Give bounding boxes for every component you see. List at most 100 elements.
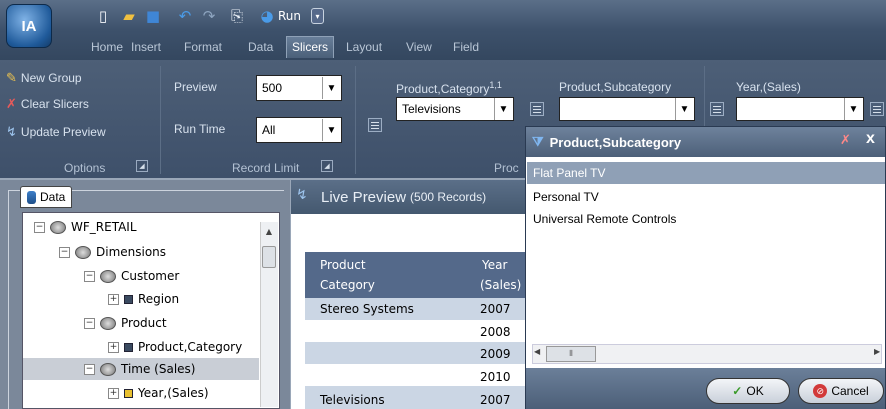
- product-subcategory-slicer-options-icon[interactable]: [530, 102, 544, 116]
- year-sales-slicer-label: Year,(Sales): [736, 80, 801, 94]
- tree-scroll-thumb[interactable]: [262, 246, 276, 268]
- update-preview-button[interactable]: ↯ Update Preview: [6, 124, 106, 140]
- year-sales-slicer-select[interactable]: ▼: [736, 97, 864, 121]
- update-preview-label: Update Preview: [20, 125, 106, 139]
- app-menu-button[interactable]: IA: [6, 4, 52, 48]
- product-subcategory-slicer-select[interactable]: ▼: [559, 97, 695, 121]
- tree-item-label: Region: [138, 292, 180, 306]
- header-product: Product: [320, 258, 366, 272]
- checkmark-icon: ✓: [732, 384, 743, 398]
- clear-slicers-icon: ✗: [6, 96, 17, 111]
- tree-item-label: Product: [121, 316, 167, 330]
- tab-field[interactable]: Field: [453, 38, 479, 56]
- tree-item-time-sales[interactable]: − Time (Sales): [84, 362, 195, 376]
- product-category-label-text: Product,Category: [396, 82, 490, 96]
- tab-format[interactable]: Format: [184, 38, 222, 56]
- preview-icon: ↯: [296, 187, 308, 203]
- run-dropdown-arrow-icon[interactable]: ▾: [311, 8, 324, 24]
- chevron-down-icon: ▼: [675, 98, 693, 120]
- data-tab[interactable]: Data: [20, 186, 72, 208]
- live-preview-header: Live Preview (500 Records): [291, 180, 531, 214]
- close-icon[interactable]: x: [866, 130, 875, 148]
- run-time-limit-select[interactable]: All ▼: [256, 117, 342, 143]
- product-category-slicer-value: Televisions: [402, 102, 461, 116]
- tree-item-dimensions[interactable]: − Dimensions: [59, 245, 166, 259]
- new-group-label: New Group: [20, 71, 82, 85]
- tree-item-label: Time (Sales): [121, 362, 196, 376]
- hierarchy-icon: [124, 342, 133, 352]
- tree-item-product-category[interactable]: + Product,Category: [108, 340, 242, 354]
- cell-category: Televisions: [320, 393, 385, 407]
- scroll-up-icon[interactable]: ▲: [262, 224, 276, 238]
- list-item-label: Flat Panel TV: [533, 166, 606, 180]
- update-preview-icon: ↯: [6, 124, 17, 139]
- synonym-icon: [50, 220, 66, 234]
- open-folder-icon[interactable]: ▰: [118, 6, 140, 26]
- horizontal-scroll-thumb[interactable]: ⦀: [546, 346, 596, 362]
- popup-header: ⧩ Product,Subcategory: [526, 127, 885, 157]
- chevron-down-icon: ▼: [322, 119, 340, 141]
- scroll-right-icon[interactable]: ▶: [874, 347, 880, 356]
- product-subcategory-slicer-label: Product,Subcategory: [559, 80, 672, 94]
- header-sales: (Sales): [480, 278, 522, 292]
- clear-slicers-button[interactable]: ✗ Clear Slicers: [6, 96, 89, 112]
- tab-layout[interactable]: Layout: [346, 38, 382, 56]
- live-preview-title: Live Preview: [321, 188, 407, 206]
- year-sales-slicer-next-options-icon[interactable]: [870, 102, 884, 116]
- tree-item-product[interactable]: − Product: [84, 316, 167, 330]
- tree-item-wf-retail[interactable]: − WF_RETAIL: [34, 220, 137, 234]
- collapse-icon[interactable]: −: [34, 221, 45, 233]
- new-group-button[interactable]: ✎ New Group: [6, 70, 82, 86]
- chevron-down-icon: ▼: [322, 77, 340, 99]
- expand-icon[interactable]: +: [108, 387, 119, 399]
- run-time-limit-label: Run Time: [174, 122, 226, 136]
- redo-icon[interactable]: ↷: [198, 6, 220, 26]
- tab-home[interactable]: Home: [91, 38, 123, 56]
- options-dialog-launcher-icon[interactable]: ◢: [136, 160, 148, 172]
- tree-item-label: Customer: [121, 269, 180, 283]
- tab-slicers[interactable]: Slicers: [286, 36, 335, 58]
- preview-limit-select[interactable]: 500 ▼: [256, 75, 342, 101]
- hierarchy-icon: [124, 388, 133, 398]
- preview-limit-label: Preview: [174, 80, 217, 94]
- expand-icon[interactable]: +: [108, 293, 119, 305]
- product-category-superscript: 1,1: [489, 80, 502, 90]
- collapse-icon[interactable]: −: [84, 363, 95, 375]
- popup-title: Product,Subcategory: [549, 134, 682, 150]
- tab-view[interactable]: View: [406, 38, 432, 56]
- undo-icon[interactable]: ↶: [174, 6, 196, 26]
- run-button[interactable]: Run: [278, 6, 312, 26]
- tab-data[interactable]: Data: [248, 38, 273, 56]
- collapse-icon[interactable]: −: [84, 317, 95, 329]
- filter-icon: ⧩: [532, 134, 544, 149]
- dimension-icon: [100, 362, 116, 376]
- tree-item-label: WF_RETAIL: [71, 220, 137, 234]
- preview-document-icon[interactable]: ⎘: [226, 6, 248, 26]
- record-limit-dialog-launcher-icon[interactable]: ◢: [321, 160, 333, 172]
- product-category-slicer-options-icon[interactable]: [368, 118, 382, 132]
- collapse-icon[interactable]: −: [59, 246, 70, 258]
- tree-item-year-sales[interactable]: + Year,(Sales): [108, 386, 209, 400]
- tree-item-label: Product,Category: [138, 340, 243, 354]
- ok-button[interactable]: ✓ OK: [706, 378, 790, 404]
- save-icon[interactable]: ■: [142, 6, 164, 26]
- tab-insert[interactable]: Insert: [131, 38, 161, 56]
- run-icon[interactable]: ◕: [258, 6, 276, 26]
- dimension-icon: [100, 316, 116, 330]
- scroll-left-icon[interactable]: ◀: [534, 347, 540, 356]
- list-item[interactable]: Personal TV: [533, 190, 599, 204]
- record-limit-group-label: Record Limit: [232, 161, 300, 175]
- tree-item-region[interactable]: + Region: [108, 292, 179, 306]
- cell-year: 2008: [480, 325, 511, 339]
- cancel-button[interactable]: ⊘ Cancel: [798, 378, 884, 404]
- clear-filter-icon[interactable]: ✗: [840, 133, 851, 148]
- list-item[interactable]: Universal Remote Controls: [533, 212, 676, 226]
- tree-item-customer[interactable]: − Customer: [84, 269, 179, 283]
- new-document-icon[interactable]: ▯: [92, 6, 114, 26]
- collapse-icon[interactable]: −: [84, 270, 95, 282]
- ok-label: OK: [746, 384, 764, 398]
- cell-year: 2010: [480, 370, 511, 384]
- expand-icon[interactable]: +: [108, 341, 119, 353]
- product-category-slicer-select[interactable]: Televisions ▼: [396, 97, 514, 121]
- year-sales-slicer-options-icon[interactable]: [710, 102, 724, 116]
